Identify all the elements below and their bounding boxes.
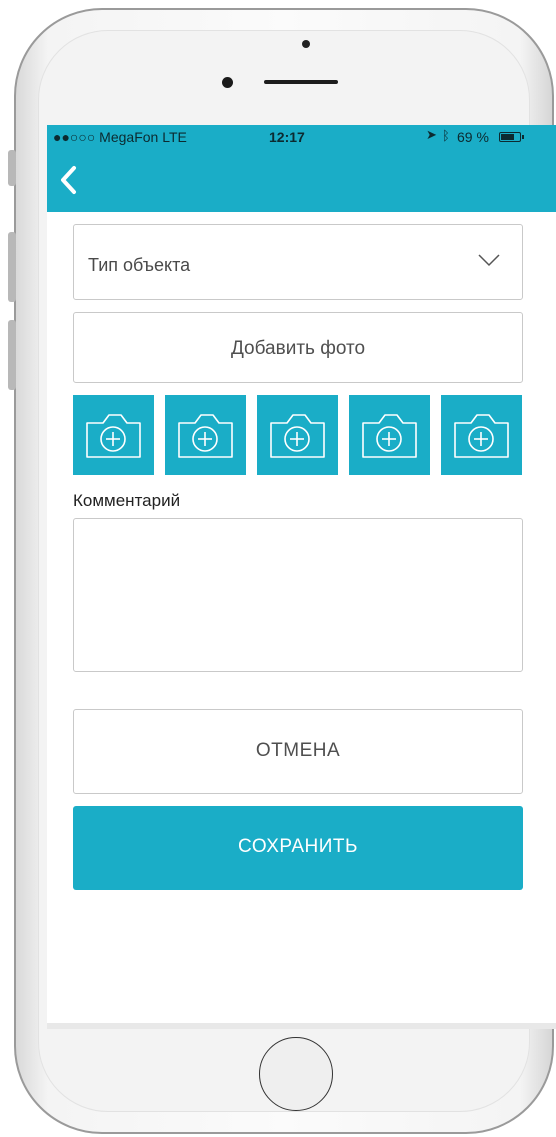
comment-label: Комментарий	[73, 491, 181, 510]
add-camera-icon	[178, 414, 233, 458]
home-button[interactable]	[259, 1037, 333, 1111]
chevron-down-icon	[478, 254, 500, 267]
screen-bottom-edge	[47, 1023, 556, 1029]
earpiece-speaker	[264, 80, 338, 84]
add-camera-icon	[270, 414, 325, 458]
object-type-placeholder: Тип объекта	[88, 255, 191, 275]
add-camera-icon	[454, 414, 509, 458]
volume-down-button	[8, 320, 16, 390]
proximity-sensor	[302, 40, 310, 48]
photo-slots	[73, 395, 523, 475]
navigation-bar	[47, 149, 556, 212]
add-camera-icon	[362, 414, 417, 458]
comment-textarea[interactable]	[73, 518, 523, 672]
photo-slot[interactable]	[441, 395, 522, 475]
status-bar: ●●○○○ MegaFon LTE 12:17 ➤ ᛒ 69 %	[47, 125, 556, 149]
photo-slot[interactable]	[73, 395, 154, 475]
save-label: СОХРАНИТЬ	[238, 836, 358, 857]
back-button[interactable]	[57, 165, 81, 195]
add-camera-icon	[86, 414, 141, 458]
mute-switch	[8, 150, 16, 186]
chevron-left-icon	[61, 166, 76, 194]
photo-slot[interactable]	[165, 395, 246, 475]
screen: ●●○○○ MegaFon LTE 12:17 ➤ ᛒ 69 % Тип объ…	[47, 125, 556, 1023]
save-button[interactable]: СОХРАНИТЬ	[73, 806, 523, 890]
cancel-label: ОТМЕНА	[255, 740, 341, 761]
add-photo-label: Добавить фото	[230, 338, 366, 359]
battery-icon	[499, 132, 524, 142]
carrier-label: ●●○○○ MegaFon LTE	[53, 129, 187, 145]
front-camera	[222, 77, 233, 88]
photo-slot[interactable]	[349, 395, 430, 475]
add-photo-button[interactable]: Добавить фото	[73, 312, 523, 383]
bluetooth-icon: ᛒ	[442, 128, 450, 143]
volume-up-button	[8, 232, 16, 302]
location-arrow-icon: ➤	[426, 127, 437, 142]
cancel-button[interactable]: ОТМЕНА	[73, 709, 523, 794]
battery-percent: 69 %	[457, 129, 489, 145]
clock: 12:17	[269, 129, 305, 145]
object-type-select[interactable]: Тип объекта	[73, 224, 523, 300]
photo-slot[interactable]	[257, 395, 338, 475]
